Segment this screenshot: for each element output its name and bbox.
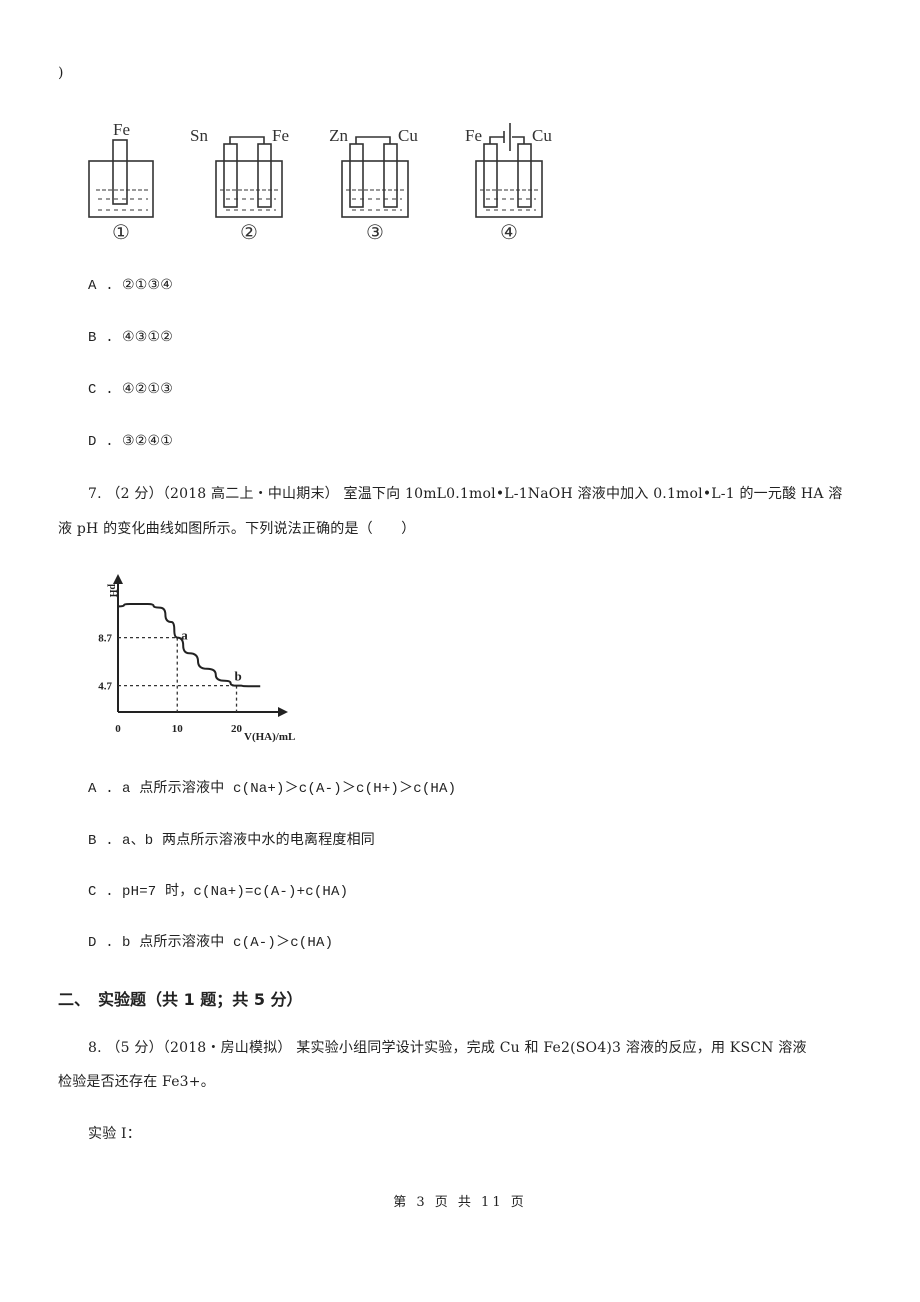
option-text: a、b 两点所示溶液中水的电离程度相同 xyxy=(122,833,376,849)
question-score: （5 分） xyxy=(106,1040,163,1056)
q8-stem-line1: 8. （5 分）（2018・房山模拟） 某实验小组同学设计实验，完成 Cu 和 … xyxy=(88,1039,807,1057)
q6-option-b[interactable]: B . ④③①② xyxy=(88,329,173,347)
question-number: 8. xyxy=(88,1040,102,1056)
apparatus-2-label: ② xyxy=(240,222,258,244)
question-text: 室温下向 10mL0.1mol•L-1NaOH 溶液中加入 0.1mol•L-1… xyxy=(343,486,843,502)
option-key: B . xyxy=(88,330,114,346)
y-axis-label: pH xyxy=(107,584,118,598)
q8-sub-label: 实验 I： xyxy=(88,1126,141,1142)
page-footer: 第 3 页 共 11 页 xyxy=(393,1195,527,1210)
option-key: A . xyxy=(88,781,114,797)
apparatus-4-label: ④ xyxy=(500,222,518,244)
q7-option-c[interactable]: C . pH=7 时，c(Na+)=c(A-)+c(HA) xyxy=(88,883,348,901)
question-source: （2018 高二上・中山期末） xyxy=(162,486,339,502)
option-key: A . xyxy=(88,278,114,294)
q6-option-c[interactable]: C . ④②①③ xyxy=(88,381,173,399)
question-number: 7. xyxy=(88,486,102,502)
closing-paren: ) xyxy=(58,65,64,81)
option-text: a 点所示溶液中 c(Na+)＞c(A-)＞c(H+)＞c(HA) xyxy=(122,781,457,797)
x-tick-label: 10 xyxy=(172,723,184,735)
apparatus-2-left-metal: Sn xyxy=(190,126,208,145)
apparatus-1 xyxy=(88,139,154,218)
electrochem-apparatus-figure: Fe Sn Fe Zn Cu Fe Cu ① ② ③ ④ xyxy=(88,120,552,244)
option-key: D . xyxy=(88,935,114,951)
option-text: pH=7 时，c(Na+)=c(A-)+c(HA) xyxy=(122,884,349,900)
y-axis-arrow xyxy=(113,574,123,584)
point-b-label: b xyxy=(235,669,242,684)
q6-option-d[interactable]: D . ③②④① xyxy=(88,433,173,451)
option-text: ④②①③ xyxy=(122,382,174,398)
x-tick-label: 20 xyxy=(231,723,243,735)
apparatus-2 xyxy=(215,136,283,218)
x-axis-label: V(HA)/mL xyxy=(244,731,295,743)
section-heading: 二、 实验题（共 1 题；共 5 分） xyxy=(58,990,303,1009)
option-key: D . xyxy=(88,434,114,450)
option-key: C . xyxy=(88,884,114,900)
option-text: ④③①② xyxy=(122,330,174,346)
question-text: 某实验小组同学设计实验，完成 Cu 和 Fe2(SO4)3 溶液的反应，用 KS… xyxy=(296,1040,807,1056)
option-text: ③②④① xyxy=(122,434,174,450)
question-source: （2018・房山模拟） xyxy=(162,1040,292,1056)
apparatus-3-label: ③ xyxy=(366,222,384,244)
q7-option-a[interactable]: A . a 点所示溶液中 c(Na+)＞c(A-)＞c(H+)＞c(HA) xyxy=(88,780,456,798)
x-tick-label: 0 xyxy=(115,723,121,735)
y-tick-label: 8.7 xyxy=(98,633,112,645)
x-axis-arrow xyxy=(278,707,288,717)
ph-titration-chart: pH 8.7 4.7 0 10 20 V(HA)/mL a b xyxy=(98,574,295,743)
option-key: B . xyxy=(88,833,114,849)
apparatus-1-left-metal: Fe xyxy=(113,120,130,139)
apparatus-3 xyxy=(341,136,409,218)
point-a-label: a xyxy=(181,628,188,643)
apparatus-1-label: ① xyxy=(112,222,130,244)
apparatus-4-left-metal: Fe xyxy=(465,126,482,145)
q7-option-b[interactable]: B . a、b 两点所示溶液中水的电离程度相同 xyxy=(88,832,375,850)
q8-stem-line2: 检验是否还存在 Fe3+。 xyxy=(58,1074,215,1090)
apparatus-4-right-metal: Cu xyxy=(532,126,552,145)
question-score: （2 分） xyxy=(106,486,163,502)
apparatus-3-left-metal: Zn xyxy=(329,126,348,145)
option-text: b 点所示溶液中 c(A-)＞c(HA) xyxy=(122,935,334,951)
q7-stem-line2: 液 pH 的变化曲线如图所示。下列说法正确的是（ ） xyxy=(58,521,416,537)
apparatus-3-right-metal: Cu xyxy=(398,126,418,145)
option-text: ②①③④ xyxy=(122,278,174,294)
apparatus-2-right-metal: Fe xyxy=(272,126,289,145)
q6-option-a[interactable]: A . ②①③④ xyxy=(88,277,173,295)
option-key: C . xyxy=(88,382,114,398)
q7-stem-line1: 7. （2 分）（2018 高二上・中山期末） 室温下向 10mL0.1mol•… xyxy=(88,485,843,503)
y-tick-label: 4.7 xyxy=(98,681,112,693)
q7-option-d[interactable]: D . b 点所示溶液中 c(A-)＞c(HA) xyxy=(88,934,333,952)
